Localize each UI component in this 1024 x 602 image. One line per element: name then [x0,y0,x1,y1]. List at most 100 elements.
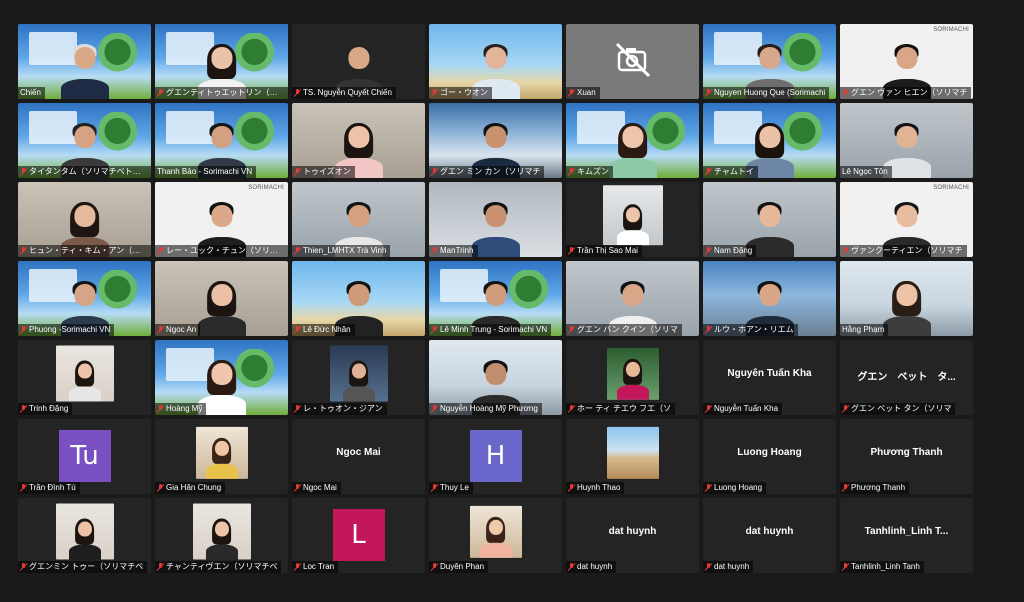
muted-mic-icon [157,247,164,255]
participant-tile[interactable]: タイタンタム（ソリマチベトナム [18,103,151,178]
participant-tile[interactable]: Trần Thị Sao Mai [566,182,699,257]
participant-tile[interactable]: Phương Thanh Phương Thanh [840,419,973,494]
participant-tile[interactable]: Xuan [566,24,699,99]
muted-mic-icon [157,563,164,571]
participant-name-label: ヒュン・ティ・キム・アン（ソリ [18,245,151,257]
participant-name-label: Ngoc Mai [292,482,341,494]
person-head [347,205,370,227]
person-head [488,519,503,536]
muted-mic-icon [705,89,712,97]
participant-tile[interactable]: Tanhlinh_Linh T... Tanhlinh_Linh Tanh [840,498,973,573]
participant-tile[interactable]: Lê Đức Nhân [292,261,425,336]
participant-video-person [205,434,238,479]
person-head [758,47,781,69]
participant-tile[interactable]: Luong Hoang Luong Hoang [703,419,836,494]
participant-name-label: Nam Đặng [703,245,757,257]
participant-tile[interactable]: Thanh Bảo - Sorimachi VN [155,103,288,178]
muted-mic-icon [705,405,712,413]
camera-off-icon [615,42,650,78]
muted-mic-icon [568,168,575,176]
participant-name-label: Trần Đình Tú [18,482,80,494]
participant-tile[interactable]: Ngoc An [155,261,288,336]
person-head [484,363,507,385]
participant-name: キムズン [577,167,609,176]
participant-tile[interactable]: グエン ベット タ... グエン ベット タン（ソリマ [840,340,973,415]
participant-tile[interactable]: Lê Ngọc Tôn [840,103,973,178]
person-head [484,205,507,227]
participant-tile[interactable]: グエン バン クイン（ソリマ [566,261,699,336]
participant-name-label: ManTrinh [429,245,478,257]
muted-mic-icon [705,326,712,334]
participant-tile[interactable]: Gia Hân Chung [155,419,288,494]
participant-tile[interactable]: Trinh Đặng [18,340,151,415]
participant-name-label: グエン ヴァン ヒエン（ソリマチ [840,87,972,99]
participant-name-label: Lê Minh Trung - Sorimachi VN [429,324,552,336]
person-head [73,47,96,69]
participant-tile[interactable]: Phuong -Sorimachi VN [18,261,151,336]
participant-tile[interactable]: グエンミン トゥー（ソリマチベ [18,498,151,573]
participant-tile[interactable]: Nguyễn Hoàng Mỹ Phương [429,340,562,415]
participant-tile[interactable]: H Thuy Le [429,419,562,494]
participant-tile[interactable]: Nguyen Huong Que (Sorimachi [703,24,836,99]
participant-tile[interactable]: TS. Nguyễn Quyết Chiến [292,24,425,99]
participant-tile[interactable]: L Loc Tran [292,498,425,573]
participant-tile[interactable]: SORIMACHI ヴァンクーティエン（ソリマチ [840,182,973,257]
participant-name: ホー ティ チエウ フエ（ソ [577,404,672,413]
muted-mic-icon [431,326,438,334]
participant-tile[interactable]: Nguyễn Tuấn Kha Nguyễn Tuấn Kha [703,340,836,415]
participant-name: Duyên Phan [440,562,485,571]
person-body [205,544,238,560]
participant-name: Ngoc Mai [303,483,337,492]
participant-tile[interactable]: Hằng Phạm [840,261,973,336]
participant-name-label: ヴァンクーティエン（ソリマチ [840,245,967,257]
participant-name-label: チャムトイ [703,166,758,178]
participant-avatar-initial: L [332,509,385,561]
muted-mic-icon [568,326,575,334]
person-head [484,284,507,306]
participant-tile[interactable]: ゴー・ウオン [429,24,562,99]
muted-mic-icon [431,89,438,97]
muted-mic-icon [842,405,849,413]
participant-tile[interactable]: SORIMACHI グエン ヴァン ヒエン（ソリマチ [840,24,973,99]
participant-video-person [68,357,101,402]
participant-tile[interactable]: ホー ティ チエウ フエ（ソ [566,340,699,415]
participant-tile[interactable]: SORIMACHI レー・ユック・チュン（ソリマチ [155,182,288,257]
participant-display-name: Luong Hoang [737,447,802,458]
participant-tile[interactable]: Duyên Phan [429,498,562,573]
muted-mic-icon [568,89,575,97]
participant-profile-picture [55,345,114,402]
participant-tile[interactable]: ManTrinh [429,182,562,257]
participant-profile-picture [55,503,114,560]
participant-tile[interactable]: チャンティヴエン（ソリマチベ [155,498,288,573]
participant-name: Hoàng Mỹ [166,404,203,413]
participant-tile[interactable]: Nam Đặng [703,182,836,257]
participant-tile[interactable]: レ・トゥオン・ジアン [292,340,425,415]
participant-name: Gia Hân Chung [166,483,222,492]
participant-tile[interactable]: Lê Minh Trung - Sorimachi VN [429,261,562,336]
muted-mic-icon [568,405,575,413]
participant-video-person [197,276,246,336]
participant-name-label: Lê Đức Nhân [292,324,355,336]
participant-tile[interactable]: Ngoc Mai Ngoc Mai [292,419,425,494]
participant-profile-picture [469,505,522,558]
participant-tile[interactable]: ルウ・ホアン・リエム [703,261,836,336]
participant-tile-active-speaker[interactable]: グエンティトゥエットリン（ソリマチ [155,24,288,99]
participant-name-label: dat huynh [566,561,617,573]
participant-tile[interactable]: dat huynh dat huynh [566,498,699,573]
participant-tile[interactable]: Tu Trần Đình Tú [18,419,151,494]
participant-tile[interactable]: dat huynh dat huynh [703,498,836,573]
participant-name: Nguyen Huong Que (Sorimachi [714,88,826,97]
participant-tile[interactable]: グエン ミン カン（ソリマチ [429,103,562,178]
participant-tile[interactable]: トゥイズオン [292,103,425,178]
participant-tile[interactable]: Thien_LMHTX Trà Vinh [292,182,425,257]
muted-mic-icon [20,247,27,255]
participant-name-label: レー・ユック・チュン（ソリマチ [155,245,288,257]
participant-tile[interactable]: Huynh Thao [566,419,699,494]
muted-mic-icon [294,405,301,413]
participant-tile[interactable]: チャムトイ [703,103,836,178]
participant-tile[interactable]: Hoàng Mỹ [155,340,288,415]
participant-tile[interactable]: キムズン [566,103,699,178]
participant-name-label: Thuy Le [429,482,473,494]
participant-tile[interactable]: ヒュン・ティ・キム・アン（ソリ [18,182,151,257]
participant-tile[interactable]: Chiến [18,24,151,99]
